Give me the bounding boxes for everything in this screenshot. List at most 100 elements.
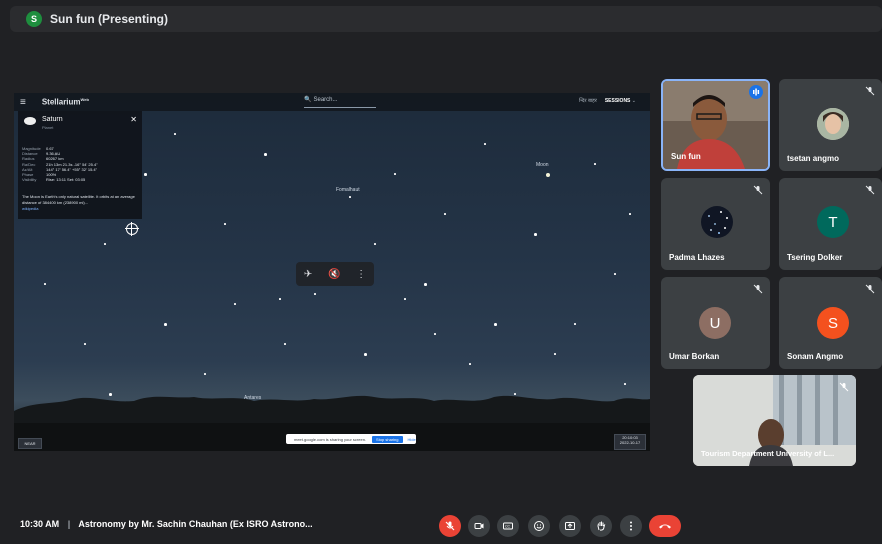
mute-presentation-icon[interactable]: 🔇 — [328, 269, 340, 280]
presenter-hover-toolbar: ✈ 🔇 ⋮ — [296, 262, 374, 286]
label-antares: Antares — [244, 395, 262, 401]
info-key: Visibility — [22, 177, 37, 183]
share-notice-text: meet.google.com is sharing your screen. — [294, 436, 367, 442]
saturn-icon — [24, 117, 36, 125]
present-screen-icon — [565, 522, 575, 530]
moon-icon — [546, 173, 550, 177]
star — [364, 353, 367, 356]
stellarium-search-input[interactable]: 🔍 Search... — [304, 96, 376, 108]
star — [424, 283, 427, 286]
star — [484, 143, 486, 145]
star — [494, 323, 497, 326]
reactions-button[interactable] — [528, 515, 550, 537]
speaking-indicator-icon — [749, 85, 763, 99]
shared-screen[interactable]: ≡ StellariumWeb 🔍 Search... न्दिर बाहर SES… — [14, 93, 650, 451]
mic-off-icon — [865, 185, 875, 195]
avatar: S — [817, 307, 849, 339]
datetime-button[interactable]: 20:10:03 2022-10-17 — [614, 434, 646, 450]
label-fomalhaut: Fomalhaut — [336, 187, 360, 193]
participant-name: Tsering Dolker — [787, 253, 843, 262]
hamburger-menu-icon[interactable]: ≡ — [20, 97, 26, 108]
participant-name: Umar Borkan — [669, 352, 720, 361]
star — [349, 196, 351, 198]
object-type: Planet — [42, 125, 54, 130]
star — [144, 173, 147, 176]
more-options-button[interactable] — [620, 515, 642, 537]
more-options-icon[interactable]: ⋮ — [356, 269, 366, 280]
participant-tile-tsetan[interactable]: tsetan angmo — [779, 79, 882, 171]
presenting-banner: S Sun fun (Presenting) — [10, 6, 882, 32]
meeting-info: 10:30 AM | Astronomy by Mr. Sachin Chauh… — [20, 519, 313, 529]
separator: | — [67, 519, 71, 529]
star — [574, 323, 576, 325]
star — [174, 133, 176, 135]
star — [164, 323, 167, 326]
stellarium-account[interactable]: न्दिर बाहर SESSIONS ⌄ — [579, 98, 636, 104]
leave-call-button[interactable] — [649, 515, 681, 537]
participant-tile-sonam[interactable]: S Sonam Angmo — [779, 277, 882, 369]
center-on-object-icon[interactable] — [125, 222, 139, 236]
object-properties: Magnitude 0.67 Distance 9.36 AU Radius 60267 … — [22, 146, 140, 182]
label-moon: Moon — [536, 162, 549, 168]
avatar — [817, 108, 849, 140]
star — [234, 303, 236, 305]
participant-tile-padma[interactable]: Padma Lhazes — [661, 178, 770, 270]
star — [534, 233, 537, 236]
clock-time: 10:30 AM — [20, 519, 60, 529]
participant-tile-tsering[interactable]: T Tsering Dolker — [779, 178, 882, 270]
participant-tile-tourism[interactable]: Tourism Department University of L... — [693, 375, 856, 466]
captions-icon: CC — [503, 522, 513, 530]
hide-notice-button[interactable]: Hide — [408, 437, 416, 442]
mic-off-icon — [865, 86, 875, 96]
close-icon[interactable]: ✕ — [130, 115, 137, 124]
star — [284, 343, 286, 345]
star — [469, 363, 471, 365]
captions-button[interactable]: CC — [497, 515, 519, 537]
info-row: Visibility Rise: 13:11 Set: 03:05 — [22, 177, 140, 182]
camera-toggle-button[interactable] — [468, 515, 490, 537]
presenter-label: Sun fun (Presenting) — [50, 12, 168, 26]
camera-icon — [474, 523, 484, 529]
participant-name: Padma Lhazes — [669, 253, 725, 262]
star — [594, 163, 596, 165]
emoji-icon — [534, 521, 544, 531]
star — [224, 223, 226, 225]
more-vert-icon — [630, 521, 632, 531]
mic-off-icon — [753, 284, 763, 294]
participant-tile-sun-fun[interactable]: Sun fun — [661, 79, 770, 171]
wikipedia-link[interactable]: wikipedia — [22, 206, 38, 211]
mic-toggle-button[interactable] — [439, 515, 461, 537]
avatar — [701, 206, 733, 238]
star — [104, 243, 106, 245]
presenter-avatar: S — [26, 11, 42, 27]
star — [264, 153, 267, 156]
star — [444, 213, 446, 215]
participant-name: Sun fun — [671, 152, 701, 161]
object-name: Saturn — [42, 116, 63, 123]
star — [84, 343, 86, 345]
object-description: The Moon is Earth's only natural satelli… — [22, 194, 135, 205]
star — [404, 298, 406, 300]
mic-off-icon — [865, 284, 875, 294]
participant-tile-umar[interactable]: U Umar Borkan — [661, 277, 770, 369]
stellarium-toolbar: ≡ StellariumWeb 🔍 Search... न्दिर बाहर SES… — [14, 93, 650, 111]
participant-name: Tourism Department University of L... — [701, 449, 835, 458]
star — [44, 283, 46, 285]
present-button[interactable] — [559, 515, 581, 537]
star — [629, 213, 631, 215]
star — [374, 243, 376, 245]
svg-text:CC: CC — [505, 525, 511, 529]
meeting-title: Astronomy by Mr. Sachin Chauhan (Ex ISRO… — [78, 519, 313, 529]
stellarium-logo[interactable]: StellariumWeb — [42, 97, 89, 107]
pin-icon[interactable]: ✈ — [304, 269, 312, 280]
star — [434, 333, 436, 335]
meeting-controls-bar: 10:30 AM | Astronomy by Mr. Sachin Chauh… — [0, 504, 882, 544]
mic-off-icon — [445, 521, 455, 531]
stop-sharing-button[interactable]: Stop sharing — [372, 435, 403, 443]
avatar: U — [699, 307, 731, 339]
mic-off-icon — [753, 185, 763, 195]
hand-icon — [597, 521, 606, 531]
star — [279, 298, 281, 300]
raise-hand-button[interactable] — [590, 515, 612, 537]
near-button[interactable]: NEAR — [18, 438, 42, 449]
